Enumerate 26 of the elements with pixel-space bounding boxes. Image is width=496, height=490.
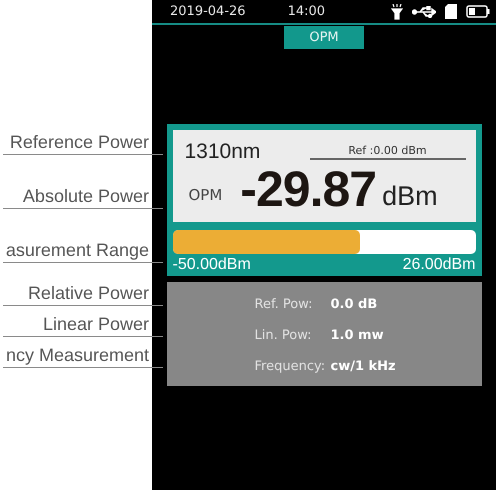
date-text: 2019-04-26 xyxy=(170,4,246,19)
reading-label: Ref. Pow: xyxy=(254,296,314,314)
reading-value: 1.0 mw xyxy=(330,327,384,345)
usb-icon xyxy=(412,6,436,18)
callout-label: Absolute Power xyxy=(22,185,150,207)
battery-icon xyxy=(466,5,490,18)
time-text: 14:00 xyxy=(288,4,326,19)
callout-label: Reference Power xyxy=(8,131,150,153)
callout-label: asurement Range xyxy=(4,239,150,261)
reading-label: Frequency: xyxy=(254,358,326,376)
reading-label: Lin. Pow: xyxy=(254,327,312,345)
callout-label: Linear Power xyxy=(42,313,150,335)
reference-text: Ref :0.00 dBm xyxy=(310,144,466,160)
reading-value: 0.0 dB xyxy=(330,296,378,314)
callout-label: ncy Measurement xyxy=(4,344,150,366)
unit-text: dBm xyxy=(382,181,438,212)
mode-text: OPM xyxy=(188,186,222,204)
reading-value: cw/1 kHz xyxy=(330,358,396,376)
flashlight-icon xyxy=(391,4,403,20)
range-min-text: -50.00dBm xyxy=(172,256,251,274)
callout-label: Relative Power xyxy=(26,282,150,304)
wavelength-text: 1310nm xyxy=(184,140,260,164)
sd-card-icon xyxy=(445,4,457,19)
range-max-text: 26.00dBm xyxy=(402,256,476,274)
power-value: -29.87 xyxy=(240,162,376,216)
mode-tab[interactable]: OPM xyxy=(284,26,364,49)
